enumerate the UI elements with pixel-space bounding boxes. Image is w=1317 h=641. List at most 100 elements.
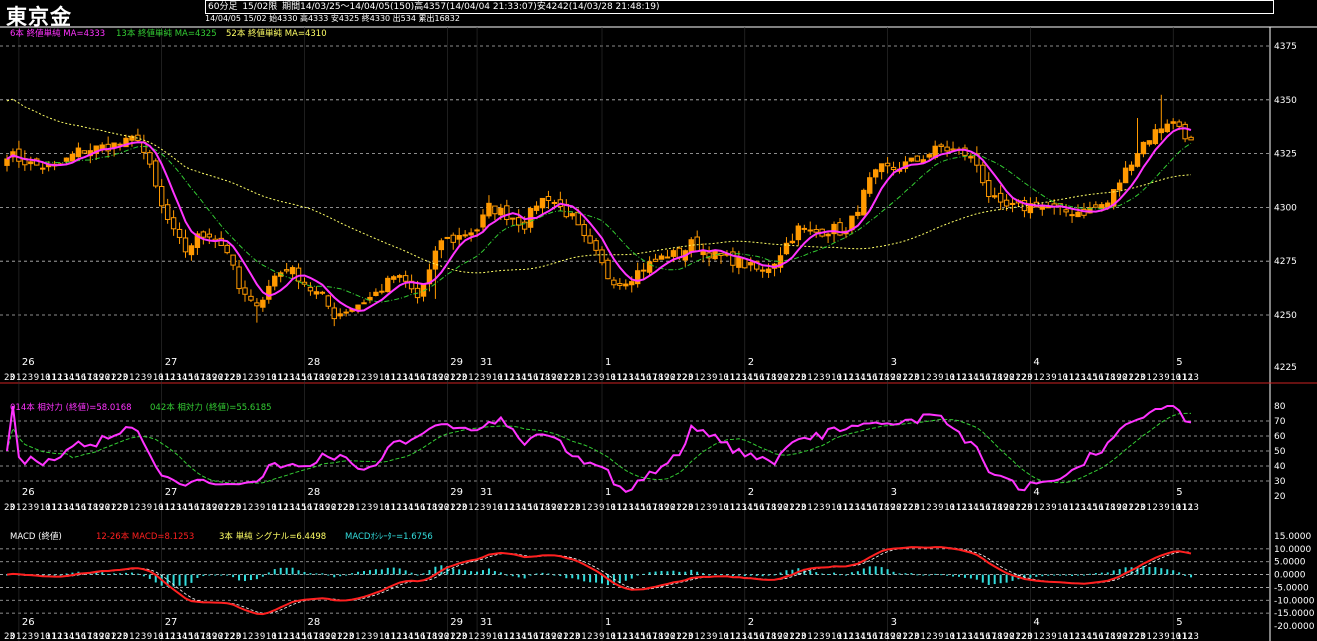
macd-osc-bar — [731, 574, 734, 577]
candle-body — [147, 152, 153, 165]
hour-label: 0 — [688, 373, 693, 383]
macd-osc-bar — [130, 572, 133, 575]
macd-osc-bar — [309, 573, 312, 575]
candle-body — [242, 287, 248, 295]
macd-osc-bar — [910, 573, 913, 575]
hour-label: 1 — [1146, 632, 1151, 641]
hour-label: 9 — [260, 373, 265, 383]
candle-body — [480, 214, 486, 228]
hour-label: 0 — [236, 503, 241, 513]
candle-body — [533, 205, 540, 211]
macd-osc-bar — [487, 568, 490, 575]
signal-legend: 3本 単純 シグナル=6.4498 — [219, 531, 326, 542]
candle-body — [521, 221, 528, 230]
macd-osc-bar — [136, 573, 139, 575]
macd-osc-bar — [339, 574, 342, 577]
hour-label: 1 — [694, 373, 699, 383]
hour-label: 2 — [587, 373, 592, 383]
hour-label: 1 — [581, 632, 586, 641]
hour-label: 9 — [938, 632, 943, 641]
macd-legend: 12-26本 MACD=8.1253 — [96, 531, 194, 542]
day-label: 3 — [891, 357, 897, 368]
candle-body — [492, 205, 498, 215]
candle-body — [272, 275, 278, 287]
hour-label: 1 — [1033, 632, 1038, 641]
macd-osc-bar — [839, 574, 841, 576]
day-label: 31 — [480, 357, 493, 368]
macd-osc-bar — [345, 574, 348, 576]
hour-label: 0 — [575, 373, 580, 383]
macd-osc-bar — [499, 572, 502, 575]
hour-label: 0 — [10, 632, 15, 641]
hour-label: 1 — [129, 373, 134, 383]
candle-body — [230, 254, 236, 266]
hour-label: 2 — [1039, 373, 1044, 383]
candle-body — [694, 236, 700, 252]
macd-tick-label: 10.0000 — [1274, 545, 1311, 555]
macd-osc-bar — [559, 574, 562, 577]
candle-body — [516, 217, 522, 226]
hour-label: 1 — [807, 373, 812, 383]
candle-body — [432, 250, 439, 270]
hour-label: 9 — [373, 503, 378, 513]
macd-osc-bar — [642, 573, 645, 575]
chart-canvas: 4375435043254300427542504225807060504030… — [0, 26, 1317, 641]
macd-osc-bar — [886, 569, 889, 575]
candle-body — [1069, 214, 1075, 217]
hour-label: 1 — [807, 632, 812, 641]
candle-body — [593, 240, 599, 251]
macd-osc-bar — [416, 574, 419, 576]
candle-body — [1003, 199, 1010, 207]
hour-label: 1 — [129, 632, 134, 641]
candle-body — [456, 235, 462, 240]
macd-osc-bar — [470, 571, 473, 575]
ma1-legend: 6本 終値単純 MA=4333 — [10, 28, 105, 39]
hour-label: 9 — [712, 503, 717, 513]
macd-osc-bar — [184, 574, 187, 586]
candle-body — [587, 235, 593, 244]
candle-body — [164, 204, 171, 220]
hour-label: 2 — [813, 503, 818, 513]
candle-body — [611, 279, 617, 286]
hour-label: 0 — [1140, 632, 1145, 641]
day-label: 1 — [605, 617, 611, 628]
candle-body — [295, 267, 302, 282]
candle-body — [997, 192, 1004, 203]
hour-label: 9 — [373, 632, 378, 641]
hour-label: 3 — [593, 373, 598, 383]
candle-body — [486, 202, 492, 217]
macd-osc-bar — [720, 574, 722, 576]
day-label: 2 — [748, 487, 754, 498]
hour-label: 3 — [819, 373, 824, 383]
price-tick-label: 4225 — [1274, 363, 1297, 373]
price-tick-label: 4325 — [1274, 150, 1297, 160]
macd-osc-bar — [1118, 569, 1121, 575]
hour-label: 0 — [914, 503, 919, 513]
hour-label: 2 — [587, 632, 592, 641]
macd-osc-bar — [1065, 574, 1068, 576]
macd-osc-bar — [464, 570, 467, 575]
macd-osc-bar — [333, 574, 336, 578]
hour-label: 3 — [1045, 632, 1050, 641]
macd-tick-label: -20.0000 — [1274, 622, 1315, 632]
macd-osc-bar — [1035, 574, 1038, 577]
candle-body — [801, 227, 807, 230]
candle-body — [855, 211, 861, 216]
macd-osc-bar — [238, 574, 241, 581]
macd-osc-bar — [368, 570, 371, 575]
candle-body — [623, 283, 629, 287]
hour-label: 9 — [373, 373, 378, 383]
candle-body — [40, 167, 46, 170]
macd-osc-bar — [1184, 574, 1187, 576]
macd-osc-bar — [892, 571, 895, 575]
hour-label: 13 — [1188, 503, 1199, 513]
macd-osc-bar — [577, 574, 580, 580]
candle-body — [474, 229, 480, 232]
macd-osc-bar — [1154, 567, 1157, 575]
macd-panel — [6, 546, 1193, 616]
macd-osc-bar — [898, 573, 901, 575]
hour-label: 1 — [16, 373, 21, 383]
rsi-panel — [6, 405, 1192, 493]
day-label: 2 — [748, 617, 754, 628]
hour-label: 2 — [1039, 632, 1044, 641]
